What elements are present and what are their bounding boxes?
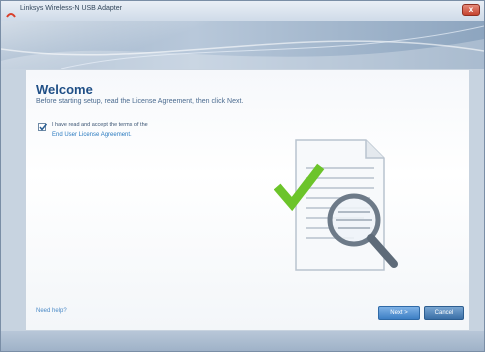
installer-window: Linksys Wireless-N USB Adapter x Welcome… bbox=[0, 0, 485, 352]
need-help-link[interactable]: Need help? bbox=[36, 308, 67, 314]
content-panel: Welcome Before starting setup, read the … bbox=[25, 69, 470, 331]
page-subtitle: Before starting setup, read the License … bbox=[36, 98, 244, 105]
accept-license-checkbox[interactable] bbox=[38, 123, 48, 131]
window-footer bbox=[1, 331, 484, 351]
next-button[interactable]: Next > bbox=[378, 306, 420, 320]
close-button[interactable]: x bbox=[462, 4, 480, 16]
window-title: Linksys Wireless-N USB Adapter bbox=[20, 5, 122, 12]
title-bar[interactable]: Linksys Wireless-N USB Adapter x bbox=[1, 1, 484, 22]
cancel-button[interactable]: Cancel bbox=[424, 306, 464, 320]
checkbox-check-icon bbox=[39, 123, 48, 131]
banner-wave-graphic bbox=[1, 25, 484, 69]
header-banner bbox=[1, 21, 484, 69]
linksys-logo-icon bbox=[6, 6, 16, 18]
page-title: Welcome bbox=[36, 82, 93, 97]
license-document-magnifier-icon bbox=[273, 132, 414, 282]
accept-license-label: I have read and accept the terms of the bbox=[52, 122, 148, 128]
eula-link[interactable]: End User License Agreement. bbox=[52, 132, 132, 138]
